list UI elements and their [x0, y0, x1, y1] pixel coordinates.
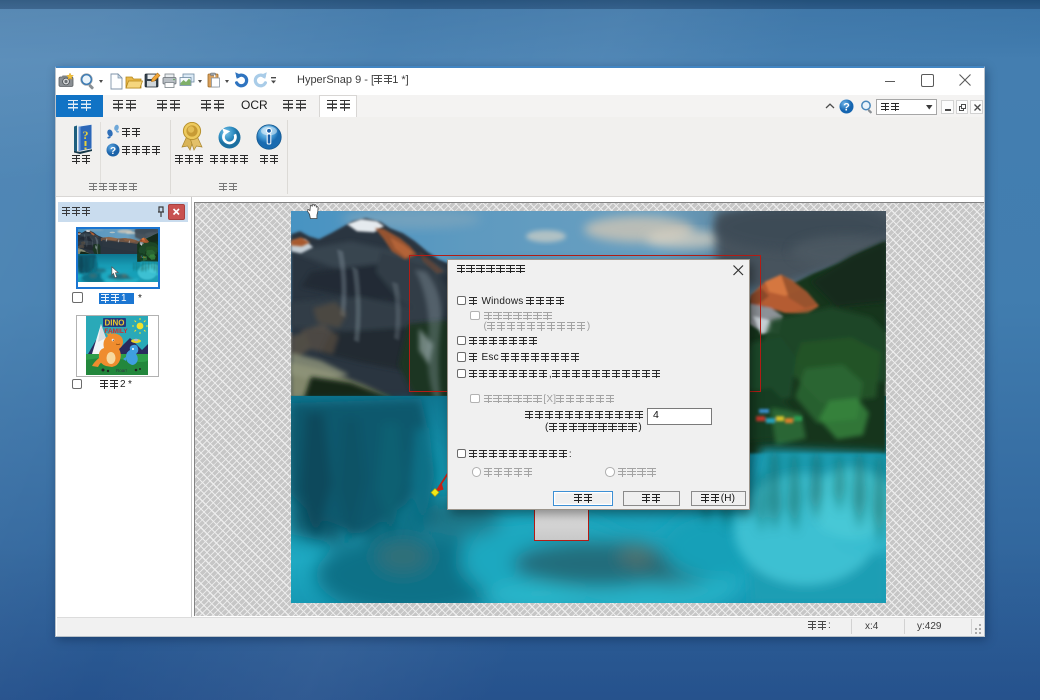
- svg-text:?: ?: [843, 102, 850, 114]
- svg-text:?: ?: [110, 146, 116, 157]
- svg-text:?: ?: [83, 128, 89, 142]
